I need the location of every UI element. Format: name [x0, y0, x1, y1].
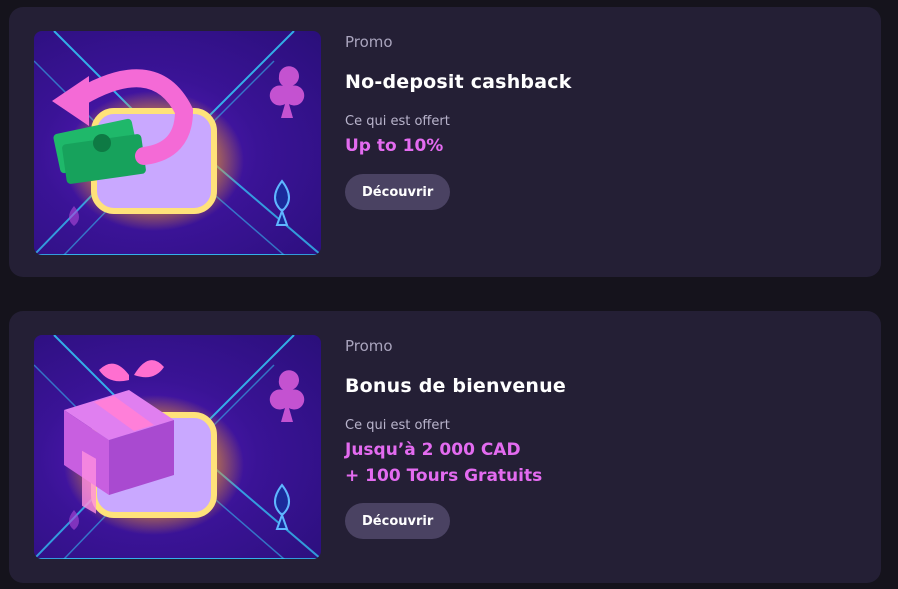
promo-label: Promo — [345, 337, 393, 355]
offer-label: Ce qui est offert — [345, 418, 450, 433]
offer-line: + 100 Tours Gratuits — [345, 466, 543, 486]
gift-illustration[interactable] — [34, 335, 321, 559]
offer-value: Jusqu’à 2 000 CAD + 100 Tours Gratuits — [345, 437, 542, 489]
promo-card[interactable]: Promo No-deposit cashback Ce qui est off… — [9, 7, 881, 277]
discover-button[interactable]: Découvrir — [345, 503, 451, 539]
promo-label: Promo — [345, 33, 393, 51]
promo-title: Bonus de bienvenue — [345, 375, 566, 397]
promo-title: No-deposit cashback — [345, 71, 572, 93]
offer-line: Jusqu’à 2 000 CAD — [345, 440, 521, 460]
offer-value: Up to 10% — [345, 133, 443, 159]
cashback-illustration[interactable] — [34, 31, 321, 255]
discover-button[interactable]: Découvrir — [345, 174, 451, 210]
offer-line: Up to 10% — [345, 136, 444, 156]
offer-label: Ce qui est offert — [345, 114, 450, 129]
promo-card[interactable]: Promo Bonus de bienvenue Ce qui est offe… — [9, 311, 881, 583]
